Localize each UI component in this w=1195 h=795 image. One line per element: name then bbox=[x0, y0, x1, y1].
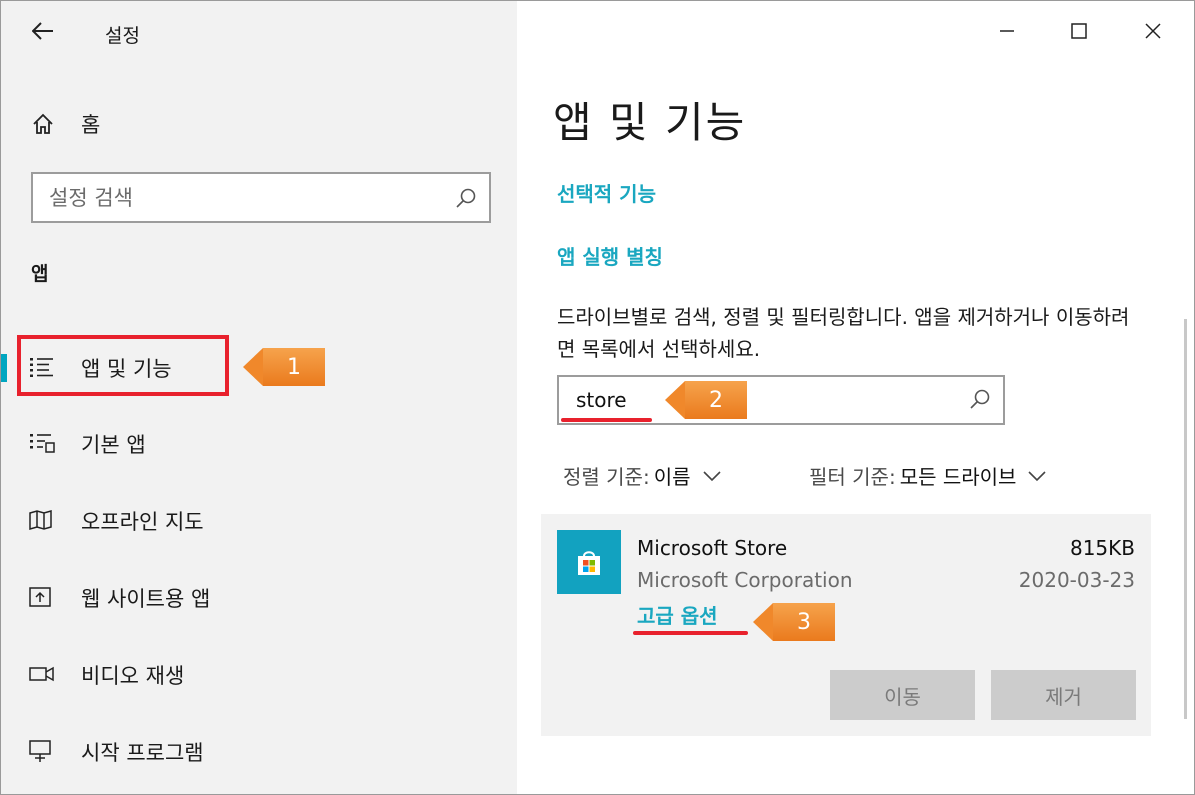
advanced-options-link[interactable]: 고급 옵션 bbox=[637, 600, 718, 629]
callout-3: 3 bbox=[753, 603, 835, 641]
window-title: 설정 bbox=[105, 25, 140, 47]
filter-dropdown[interactable]: 필터 기준: 모든 드라이브 bbox=[809, 461, 1047, 490]
close-icon bbox=[1145, 23, 1161, 39]
move-button[interactable]: 이동 bbox=[830, 670, 975, 720]
sidebar: 설정 홈 앱 앱 및 기능 기본 앱 bbox=[1, 1, 517, 794]
callout-number: 1 bbox=[263, 348, 325, 386]
sidebar-item-startup[interactable]: 시작 프로그램 bbox=[1, 725, 517, 777]
optional-features-link[interactable]: 선택적 기능 bbox=[557, 178, 656, 207]
sort-dropdown[interactable]: 정렬 기준: 이름 bbox=[563, 461, 721, 490]
maximize-icon bbox=[1071, 23, 1087, 39]
sidebar-item-label: 홈 bbox=[81, 113, 101, 137]
settings-window: 설정 홈 앱 앱 및 기능 기본 앱 bbox=[0, 0, 1195, 795]
sidebar-item-default-apps[interactable]: 기본 앱 bbox=[1, 417, 517, 469]
uninstall-button[interactable]: 제거 bbox=[991, 670, 1136, 720]
video-icon bbox=[29, 666, 54, 682]
sidebar-item-apps-for-websites[interactable]: 웹 사이트용 앱 bbox=[1, 571, 517, 623]
page-title: 앱 및 기능 bbox=[553, 98, 747, 147]
search-icon[interactable] bbox=[969, 388, 991, 410]
sidebar-item-label: 오프라인 지도 bbox=[81, 510, 204, 534]
home-icon bbox=[33, 113, 53, 134]
callout-arrow bbox=[665, 381, 685, 419]
app-size: 815KB bbox=[1069, 536, 1135, 560]
minimize-button[interactable] bbox=[987, 13, 1027, 49]
filter-label: 필터 기준: bbox=[809, 465, 896, 489]
app-publisher: Microsoft Corporation bbox=[637, 568, 853, 592]
chevron-down-icon bbox=[702, 470, 721, 481]
search-icon[interactable] bbox=[455, 187, 477, 209]
sidebar-item-label: 비디오 재생 bbox=[81, 664, 185, 688]
close-button[interactable] bbox=[1133, 13, 1173, 49]
sidebar-item-label: 시작 프로그램 bbox=[81, 741, 204, 765]
callout-number: 2 bbox=[685, 381, 747, 419]
app-execution-alias-link[interactable]: 앱 실행 별칭 bbox=[557, 241, 663, 270]
search-underline-annotation bbox=[561, 418, 652, 422]
callout-arrow bbox=[753, 603, 773, 641]
scrollbar[interactable] bbox=[1184, 319, 1187, 719]
description-text: 드라이브별로 검색, 정렬 및 필터링합니다. 앱을 제거하거나 이동하려면 목… bbox=[557, 305, 1130, 361]
callout-2: 2 bbox=[665, 381, 747, 419]
app-search-value[interactable]: store bbox=[576, 388, 627, 412]
sort-label: 정렬 기준: bbox=[563, 465, 650, 489]
sidebar-item-home[interactable]: 홈 bbox=[31, 107, 100, 141]
startup-icon bbox=[29, 740, 51, 762]
app-name: Microsoft Store bbox=[637, 536, 788, 560]
selection-accent bbox=[1, 354, 7, 382]
map-icon bbox=[29, 510, 52, 530]
section-label: 앱 bbox=[31, 263, 49, 285]
maximize-button[interactable] bbox=[1059, 13, 1099, 49]
highlight-box-apps-features bbox=[17, 335, 229, 396]
back-button[interactable] bbox=[29, 17, 57, 45]
store-app-icon bbox=[557, 530, 621, 594]
default-apps-icon bbox=[30, 434, 55, 453]
chevron-down-icon bbox=[1028, 470, 1047, 481]
shopping-bag-icon bbox=[578, 551, 600, 575]
sort-value: 이름 bbox=[653, 465, 691, 489]
settings-search[interactable] bbox=[31, 172, 491, 223]
web-app-icon bbox=[29, 587, 51, 607]
app-install-date: 2020-03-23 bbox=[1018, 568, 1135, 592]
advanced-options-underline-annotation bbox=[633, 631, 748, 635]
sidebar-item-offline-maps[interactable]: 오프라인 지도 bbox=[1, 494, 517, 546]
settings-search-input[interactable] bbox=[49, 180, 449, 216]
callout-arrow bbox=[243, 348, 263, 386]
sidebar-item-label: 웹 사이트용 앱 bbox=[81, 587, 211, 611]
callout-1: 1 bbox=[243, 348, 325, 386]
minimize-icon bbox=[1000, 30, 1014, 32]
callout-number: 3 bbox=[773, 603, 835, 641]
sidebar-item-video-playback[interactable]: 비디오 재생 bbox=[1, 648, 517, 700]
filter-value: 모든 드라이브 bbox=[899, 465, 1017, 489]
sidebar-item-label: 기본 앱 bbox=[81, 433, 146, 457]
back-arrow-icon bbox=[32, 22, 53, 40]
app-list-item[interactable]: Microsoft Store Microsoft Corporation 81… bbox=[541, 514, 1151, 736]
